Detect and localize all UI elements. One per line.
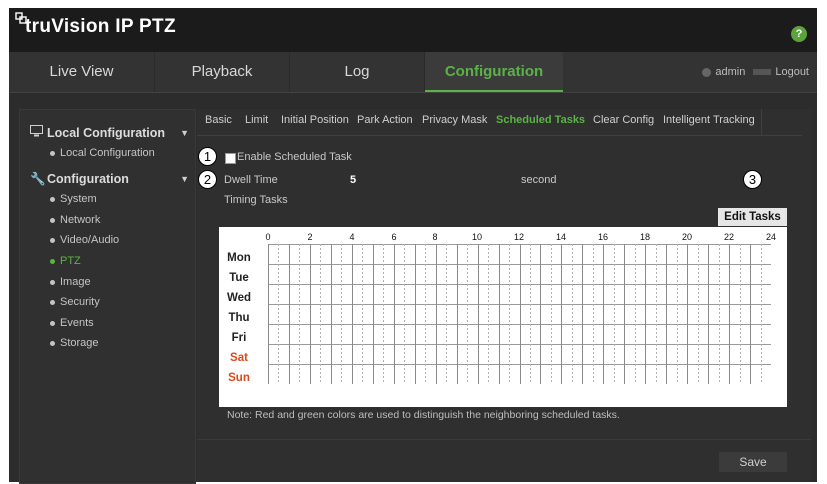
hour-label: 6 — [391, 232, 397, 242]
dwell-time-unit: second — [521, 174, 557, 186]
color-note: Note: Red and green colors are used to d… — [227, 409, 620, 421]
sidebar-item-label: PTZ — [60, 255, 81, 267]
sidebar-item-label: Local Configuration — [60, 147, 155, 159]
sidebar-item-image[interactable]: Image — [50, 274, 91, 290]
user-area: admin Logout — [702, 52, 809, 92]
hour-label: 10 — [471, 232, 483, 242]
sidebar-configuration[interactable]: 🔧Configuration — [30, 170, 129, 188]
tab-live-view[interactable]: Live View — [9, 52, 155, 92]
tab-privacy-mask[interactable]: Privacy Mask — [422, 109, 487, 135]
sidebar-item-label: Video/Audio — [60, 234, 120, 246]
logout-link[interactable]: Logout — [775, 66, 809, 78]
sidebar-item-ptz[interactable]: PTZ — [50, 253, 81, 269]
day-label-fri: Fri — [231, 332, 247, 344]
hour-label: 12 — [513, 232, 525, 242]
edit-tasks-button[interactable]: Edit Tasks — [718, 208, 787, 226]
tab-log[interactable]: Log — [290, 52, 425, 92]
logo-icon — [15, 12, 27, 24]
wrench-icon: 🔧 — [30, 172, 46, 186]
brand-logo: truVision IP PTZ — [15, 12, 176, 38]
day-label-sun: Sun — [228, 372, 250, 384]
sidebar-item-security[interactable]: Security — [50, 294, 100, 310]
day-label-mon: Mon — [227, 252, 251, 264]
tab-clear-config[interactable]: Clear Config — [593, 109, 654, 135]
day-label-sat: Sat — [230, 352, 248, 364]
sidebar-item-label: Events — [60, 317, 94, 329]
hour-label: 20 — [681, 232, 693, 242]
sidebar-item-video-audio[interactable]: Video/Audio — [50, 232, 119, 248]
footer-bar: Save — [197, 439, 811, 483]
tab-scheduled-tasks[interactable]: Scheduled Tasks — [496, 109, 585, 135]
chevron-down-icon[interactable]: ▼ — [180, 170, 189, 188]
bullet-icon — [50, 196, 55, 202]
bullet-icon — [50, 258, 55, 264]
hour-label: 4 — [349, 232, 355, 242]
sidebar-item-label: System — [60, 193, 97, 205]
bullet-icon — [50, 237, 55, 243]
hour-label: 14 — [555, 232, 567, 242]
hour-label: 8 — [432, 232, 438, 242]
tab-basic[interactable]: Basic — [205, 109, 232, 135]
timing-tasks-label: Timing Tasks — [224, 194, 288, 206]
top-bar: truVision IP PTZ ? — [9, 8, 817, 52]
chevron-down-icon[interactable]: ▼ — [180, 124, 189, 142]
hour-label: 2 — [307, 232, 313, 242]
app-title: truVision IP PTZ — [25, 16, 176, 37]
sidebar-item-label: Storage — [60, 337, 99, 349]
tab-initial-position[interactable]: Initial Position — [281, 109, 349, 135]
sidebar: Local Configuration ▼ Local Configuratio… — [19, 109, 196, 484]
day-label-thu: Thu — [228, 312, 250, 324]
hour-label: 22 — [723, 232, 735, 242]
save-button[interactable]: Save — [719, 452, 787, 472]
sidebar-configuration-label: Configuration — [47, 172, 129, 186]
help-icon[interactable]: ? — [791, 26, 807, 42]
sidebar-item-label: Image — [60, 276, 91, 288]
username: admin — [715, 66, 746, 78]
sidebar-item-network[interactable]: Network — [50, 212, 100, 228]
hour-label: 18 — [639, 232, 651, 242]
logout-icon[interactable] — [753, 69, 772, 76]
bullet-icon — [50, 320, 55, 326]
hour-label: 24 — [765, 232, 777, 242]
hour-label: 16 — [597, 232, 609, 242]
callout-2: 2 — [198, 170, 217, 189]
enable-scheduled-task-label: Enable Scheduled Task — [237, 151, 352, 163]
main-nav: Live View Playback Log Configuration adm… — [9, 52, 817, 93]
schedule-cells[interactable] — [268, 244, 771, 384]
sidebar-item-label: Network — [60, 214, 101, 226]
user-icon — [702, 67, 712, 77]
sidebar-item-events[interactable]: Events — [50, 315, 94, 331]
bullet-icon — [50, 340, 55, 346]
workspace: Local Configuration ▼ Local Configuratio… — [9, 94, 817, 484]
tab-intelligent-tracking[interactable]: Intelligent Tracking — [663, 109, 762, 135]
sidebar-item-storage[interactable]: Storage — [50, 335, 99, 351]
sidebar-item-label: Security — [60, 296, 100, 308]
sidebar-item-system[interactable]: System — [50, 191, 97, 207]
callout-3: 3 — [743, 170, 762, 189]
bullet-icon — [50, 279, 55, 285]
bullet-icon — [50, 150, 55, 156]
dwell-time-input[interactable]: 5 — [350, 174, 356, 186]
bullet-icon — [50, 217, 55, 223]
tab-playback[interactable]: Playback — [155, 52, 290, 92]
callout-1: 1 — [198, 147, 217, 166]
hour-label: 0 — [265, 232, 271, 242]
enable-scheduled-task-checkbox[interactable] — [225, 153, 236, 164]
day-label-wed: Wed — [226, 292, 252, 304]
bullet-icon — [50, 299, 55, 305]
sidebar-local-configuration-label: Local Configuration — [47, 126, 166, 140]
tab-limit[interactable]: Limit — [245, 109, 268, 135]
schedule-grid[interactable]: 0 2 4 6 8 10 12 14 16 18 20 22 24 Mon Tu… — [219, 227, 787, 407]
sub-tab-bar: Basic Limit Initial Position Park Action… — [197, 109, 802, 136]
sidebar-item-local-configuration[interactable]: Local Configuration — [50, 145, 155, 161]
tab-park-action[interactable]: Park Action — [357, 109, 413, 135]
computer-icon — [30, 124, 43, 142]
content-panel: Basic Limit Initial Position Park Action… — [197, 109, 811, 482]
app-window: truVision IP PTZ ? Live View Playback Lo… — [9, 8, 817, 484]
dwell-time-label: Dwell Time — [224, 174, 278, 186]
day-label-tue: Tue — [229, 272, 249, 284]
sidebar-local-configuration[interactable]: Local Configuration — [30, 124, 165, 142]
tab-configuration[interactable]: Configuration — [425, 52, 563, 92]
